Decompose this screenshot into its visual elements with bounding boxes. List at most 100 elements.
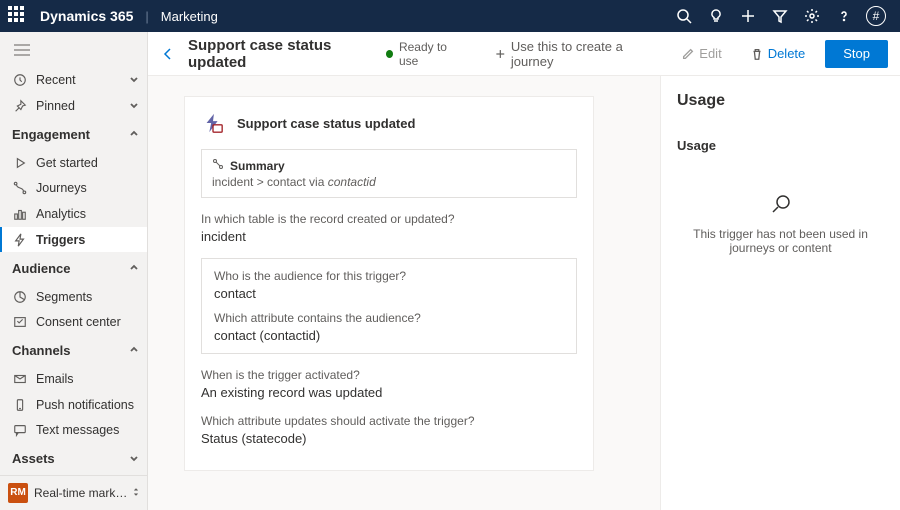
- edit-button[interactable]: Edit: [673, 38, 729, 70]
- chevron-down-icon: [129, 451, 139, 466]
- create-journey-button[interactable]: Use this to create a journey: [486, 38, 661, 70]
- environment-switcher[interactable]: RM Real-time marketi...: [0, 475, 147, 510]
- sidebar-item-recent[interactable]: Recent: [0, 67, 147, 93]
- hamburger-icon[interactable]: [0, 32, 147, 67]
- sidebar-item-label: Triggers: [36, 233, 85, 247]
- status-dot-icon: [386, 50, 393, 58]
- push-icon: [12, 397, 28, 413]
- sidebar-item-label: Get started: [36, 156, 98, 170]
- journey-icon: [12, 180, 28, 196]
- question-when: When is the trigger activated?: [201, 368, 577, 382]
- chevron-down-icon: [129, 73, 139, 87]
- trigger-card-icon: [201, 111, 225, 135]
- summary-box: Summary incident > contact via contactid: [201, 149, 577, 198]
- sidebar-item-consent[interactable]: Consent center: [0, 309, 147, 335]
- sidebar-item-label: Emails: [36, 372, 74, 386]
- segment-icon: [12, 289, 28, 305]
- button-label: Use this to create a journey: [511, 39, 653, 69]
- env-label: Real-time marketi...: [34, 486, 131, 500]
- sidebar-item-label: Analytics: [36, 207, 86, 221]
- chevron-down-icon: [129, 99, 139, 113]
- stop-button[interactable]: Stop: [825, 40, 888, 68]
- answer-activating: Status (statecode): [201, 431, 577, 446]
- center-canvas: Support case status updated Summary inci…: [148, 76, 660, 510]
- card-title: Support case status updated: [237, 116, 415, 131]
- sidebar-section-assets[interactable]: Assets: [0, 443, 147, 474]
- sidebar-section-audience[interactable]: Audience: [0, 252, 147, 283]
- sidebar-item-label: Text messages: [36, 423, 119, 437]
- tree-icon: [212, 158, 224, 173]
- play-icon: [12, 155, 28, 171]
- sidebar-item-journeys[interactable]: Journeys: [0, 176, 147, 202]
- account-avatar[interactable]: #: [860, 0, 892, 32]
- main-area: Support case status updated Ready to use…: [148, 32, 900, 510]
- app-launcher-icon[interactable]: [8, 6, 28, 26]
- answer-attr: contact (contactid): [214, 328, 564, 343]
- answer-audience: contact: [214, 286, 564, 301]
- sidebar-item-pinned[interactable]: Pinned: [0, 93, 147, 119]
- env-badge: RM: [8, 483, 28, 503]
- left-sidebar: Recent Pinned Engagement Get started Jou…: [0, 32, 148, 510]
- question-attr: Which attribute contains the audience?: [214, 311, 564, 325]
- answer-table: incident: [201, 229, 577, 244]
- sidebar-item-label: Consent center: [36, 315, 121, 329]
- search-icon[interactable]: [668, 0, 700, 32]
- lightbulb-icon[interactable]: [700, 0, 732, 32]
- filter-icon[interactable]: [764, 0, 796, 32]
- back-button[interactable]: [160, 46, 176, 62]
- sms-icon: [12, 422, 28, 438]
- sidebar-section-label: Audience: [12, 261, 71, 276]
- brand-separator: |: [145, 9, 148, 24]
- sidebar-section-engagement[interactable]: Engagement: [0, 119, 147, 150]
- trigger-icon: [12, 232, 28, 248]
- sidebar-item-segments[interactable]: Segments: [0, 284, 147, 310]
- question-audience: Who is the audience for this trigger?: [214, 269, 564, 283]
- trigger-definition-card: Support case status updated Summary inci…: [184, 96, 594, 471]
- page-title: Support case status updated: [188, 37, 374, 71]
- updown-icon: [131, 486, 141, 500]
- brand-label: Dynamics 365: [40, 8, 133, 24]
- answer-when: An existing record was updated: [201, 385, 577, 400]
- command-bar: Support case status updated Ready to use…: [148, 32, 900, 76]
- sidebar-section-label: Channels: [12, 343, 71, 358]
- app-name-label: Marketing: [161, 9, 218, 24]
- chevron-up-icon: [129, 127, 139, 142]
- sidebar-item-text[interactable]: Text messages: [0, 418, 147, 444]
- sidebar-item-get-started[interactable]: Get started: [0, 150, 147, 176]
- sidebar-item-label: Push notifications: [36, 398, 134, 412]
- usage-panel: Usage Usage This trigger has not been us…: [660, 76, 900, 510]
- global-top-bar: Dynamics 365 | Marketing #: [0, 0, 900, 32]
- pin-icon: [12, 98, 28, 114]
- add-icon[interactable]: [732, 0, 764, 32]
- status-label: Ready to use: [399, 40, 462, 68]
- question-table: In which table is the record created or …: [201, 212, 577, 226]
- sidebar-item-push[interactable]: Push notifications: [0, 392, 147, 418]
- status-pill: Ready to use: [386, 40, 462, 68]
- sidebar-section-channels[interactable]: Channels: [0, 335, 147, 366]
- avatar-glyph: #: [866, 6, 886, 26]
- sidebar-item-label: Journeys: [36, 181, 87, 195]
- sidebar-item-label: Segments: [36, 290, 92, 304]
- help-icon[interactable]: [828, 0, 860, 32]
- usage-title: Usage: [677, 92, 884, 110]
- delete-button[interactable]: Delete: [742, 38, 814, 70]
- gear-icon[interactable]: [796, 0, 828, 32]
- sidebar-item-label: Recent: [36, 73, 76, 87]
- chevron-up-icon: [129, 261, 139, 276]
- question-activating: Which attribute updates should activate …: [201, 414, 577, 428]
- analytics-icon: [12, 206, 28, 222]
- audience-box: Who is the audience for this trigger? co…: [201, 258, 577, 354]
- sidebar-section-label: Engagement: [12, 127, 90, 142]
- summary-label: Summary: [230, 159, 285, 173]
- usage-empty-message: This trigger has not been used in journe…: [677, 227, 884, 255]
- sidebar-section-label: Assets: [12, 451, 55, 466]
- usage-subheading: Usage: [677, 138, 884, 153]
- sidebar-item-triggers[interactable]: Triggers: [0, 227, 147, 253]
- sidebar-item-emails[interactable]: Emails: [0, 366, 147, 392]
- mail-icon: [12, 371, 28, 387]
- sidebar-item-analytics[interactable]: Analytics: [0, 201, 147, 227]
- clock-icon: [12, 72, 28, 88]
- sidebar-item-label: Pinned: [36, 99, 75, 113]
- button-label: Delete: [768, 46, 806, 61]
- button-label: Edit: [699, 46, 721, 61]
